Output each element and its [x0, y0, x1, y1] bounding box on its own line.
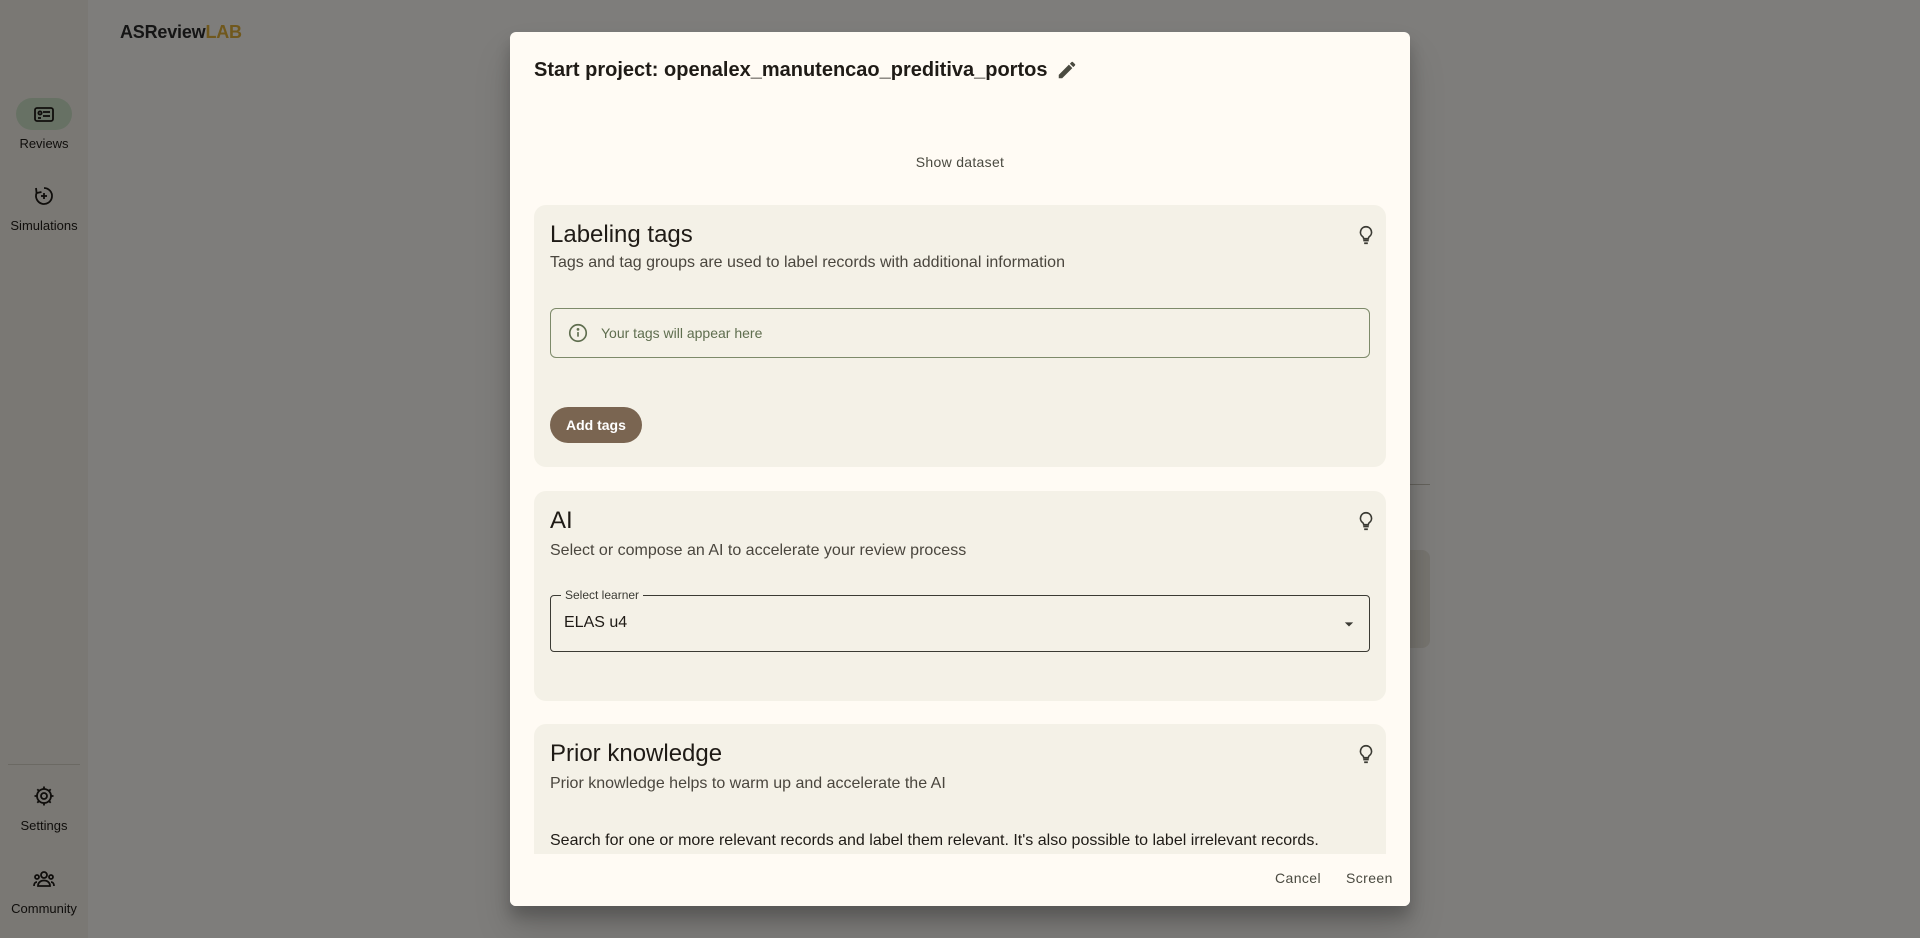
dialog-content[interactable]: Show dataset Labeling tags Tags and tag …: [534, 116, 1386, 854]
lightbulb-icon: [1359, 511, 1373, 531]
dialog-title: Start project: openalex_manutencao_predi…: [534, 54, 1083, 86]
caret-down-icon: [1344, 622, 1354, 627]
ai-card: AI Select or compose an AI to accelerate…: [534, 491, 1386, 701]
tags-empty-alert: Your tags will appear here: [550, 308, 1370, 358]
lightbulb-icon: [1359, 744, 1373, 764]
info-icon: [568, 323, 588, 343]
learner-select-label: Select learner: [561, 588, 644, 602]
screen-button[interactable]: Screen: [1346, 870, 1393, 886]
ai-title: AI: [550, 507, 573, 534]
prior-knowledge-title: Prior knowledge: [550, 740, 723, 767]
labeling-tags-card: Labeling tags Tags and tag groups are us…: [534, 205, 1386, 467]
add-tags-button[interactable]: Add tags: [550, 407, 642, 443]
dialog-title-text: Start project: openalex_manutencao_predi…: [534, 58, 1048, 81]
ai-help-button[interactable]: [1350, 505, 1382, 537]
prior-knowledge-description: Search for one or more relevant records …: [550, 832, 1319, 849]
learner-select[interactable]: Select learner ELAS u4: [550, 588, 1370, 652]
start-project-dialog: Start project: openalex_manutencao_predi…: [510, 32, 1410, 906]
learner-select-value: ELAS u4: [564, 614, 628, 631]
ai-subtitle: Select or compose an AI to accelerate yo…: [550, 542, 967, 559]
show-dataset-button[interactable]: Show dataset: [534, 154, 1386, 170]
prior-knowledge-subtitle: Prior knowledge helps to warm up and acc…: [550, 775, 946, 792]
prior-knowledge-card: Prior knowledge Prior knowledge helps to…: [534, 724, 1386, 854]
tags-help-button[interactable]: [1350, 219, 1382, 251]
tags-empty-text: Your tags will appear here: [601, 325, 763, 341]
prior-help-button[interactable]: [1350, 738, 1382, 770]
dialog-actions: Cancel Screen: [510, 854, 1410, 906]
labeling-tags-subtitle: Tags and tag groups are used to label re…: [550, 254, 1065, 271]
cancel-button[interactable]: Cancel: [1275, 870, 1321, 886]
edit-title-button[interactable]: [1051, 54, 1083, 86]
pencil-icon: [1059, 61, 1076, 79]
labeling-tags-title: Labeling tags: [550, 221, 693, 248]
lightbulb-icon: [1359, 225, 1373, 245]
